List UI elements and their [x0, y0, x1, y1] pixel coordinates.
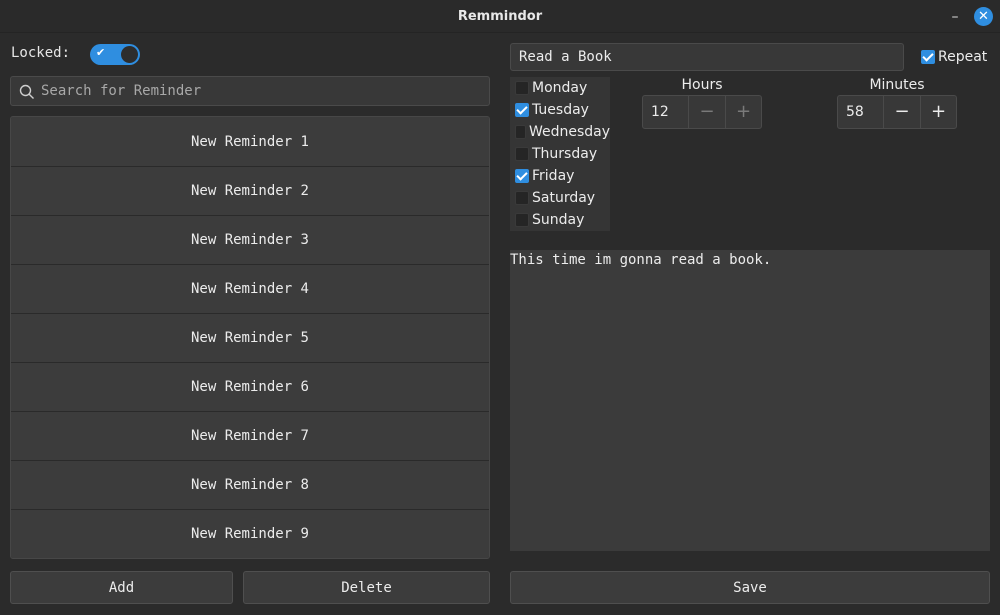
minutes-increment-button[interactable]: + — [920, 96, 956, 128]
hours-increment-button[interactable]: + — [725, 96, 761, 128]
weekday-checkbox[interactable] — [515, 103, 529, 117]
weekday-label: Thursday — [532, 146, 598, 162]
repeat-checkbox-box[interactable] — [921, 50, 935, 64]
hours-spinbox: 12 − + — [642, 95, 762, 129]
note-area — [510, 250, 990, 551]
weekday-label: Wednesday — [528, 124, 610, 140]
weekday-label: Saturday — [532, 190, 596, 206]
weekday-label: Monday — [532, 80, 588, 96]
locked-label: Locked: — [11, 45, 71, 61]
reminder-list-item[interactable]: New Reminder 6 — [11, 363, 489, 412]
weekday-checkbox[interactable] — [515, 81, 529, 95]
weekday-tuesday[interactable]: Tuesday — [510, 99, 610, 121]
minutes-spinbox: 58 − + — [837, 95, 957, 129]
reminder-list-item[interactable]: New Reminder 2 — [11, 167, 489, 216]
repeat-label: Repeat — [938, 49, 988, 65]
repeat-checkbox[interactable]: Repeat — [921, 48, 987, 66]
weekday-sunday[interactable]: Sunday — [510, 209, 610, 231]
weekday-saturday[interactable]: Saturday — [510, 187, 610, 209]
weekday-checkbox[interactable] — [515, 213, 529, 227]
weekday-checkbox[interactable] — [515, 125, 526, 139]
weekday-checkbox[interactable] — [515, 191, 529, 205]
reminder-list-item[interactable]: New Reminder 9 — [11, 510, 489, 558]
reminder-list-item[interactable]: New Reminder 3 — [11, 216, 489, 265]
note-textarea[interactable] — [510, 252, 990, 551]
delete-button[interactable]: Delete — [243, 571, 490, 604]
hours-value[interactable]: 12 — [643, 96, 689, 128]
weekday-label: Tuesday — [532, 102, 589, 118]
toggle-knob — [121, 46, 138, 63]
locked-toggle[interactable]: ✔ — [90, 44, 140, 65]
weekday-friday[interactable]: Friday — [510, 165, 610, 187]
reminder-list-item[interactable]: New Reminder 1 — [11, 117, 489, 167]
weekday-checkbox[interactable] — [515, 169, 529, 183]
reminder-list-item[interactable]: New Reminder 7 — [11, 412, 489, 461]
weekday-wednesday[interactable]: Wednesday — [510, 121, 610, 143]
reminder-name-field[interactable] — [511, 44, 903, 70]
check-icon: ✔ — [96, 46, 106, 59]
minimize-button[interactable]: – — [946, 8, 964, 26]
window-title: Remmindor — [457, 9, 543, 24]
close-button[interactable]: ✕ — [974, 7, 993, 26]
search-icon — [19, 84, 34, 99]
minutes-value[interactable]: 58 — [838, 96, 884, 128]
weekday-label: Sunday — [532, 212, 585, 228]
search-box — [10, 76, 490, 106]
reminder-name-field-wrapper — [510, 43, 904, 71]
reminder-list-item[interactable]: New Reminder 4 — [11, 265, 489, 314]
minutes-decrement-button[interactable]: − — [884, 96, 920, 128]
search-input[interactable] — [41, 77, 481, 105]
hours-decrement-button[interactable]: − — [689, 96, 725, 128]
reminder-list-item[interactable]: New Reminder 5 — [11, 314, 489, 363]
weekday-monday[interactable]: Monday — [510, 77, 610, 99]
hours-label: Hours — [681, 77, 723, 93]
weekday-checkbox[interactable] — [515, 147, 529, 161]
weekday-label: Friday — [532, 168, 575, 184]
minutes-label: Minutes — [869, 77, 925, 93]
weekday-list: Monday Tuesday Wednesday Thursday Friday Satu… — [510, 77, 610, 231]
add-button[interactable]: Add — [10, 571, 233, 604]
reminder-list-item[interactable]: New Reminder 8 — [11, 461, 489, 510]
weekday-thursday[interactable]: Thursday — [510, 143, 610, 165]
reminder-list: New Reminder 1 New Reminder 2 New Reminder… — [10, 116, 490, 559]
save-button[interactable]: Save — [510, 571, 990, 604]
title-bar: Remmindor – ✕ — [0, 0, 1000, 33]
